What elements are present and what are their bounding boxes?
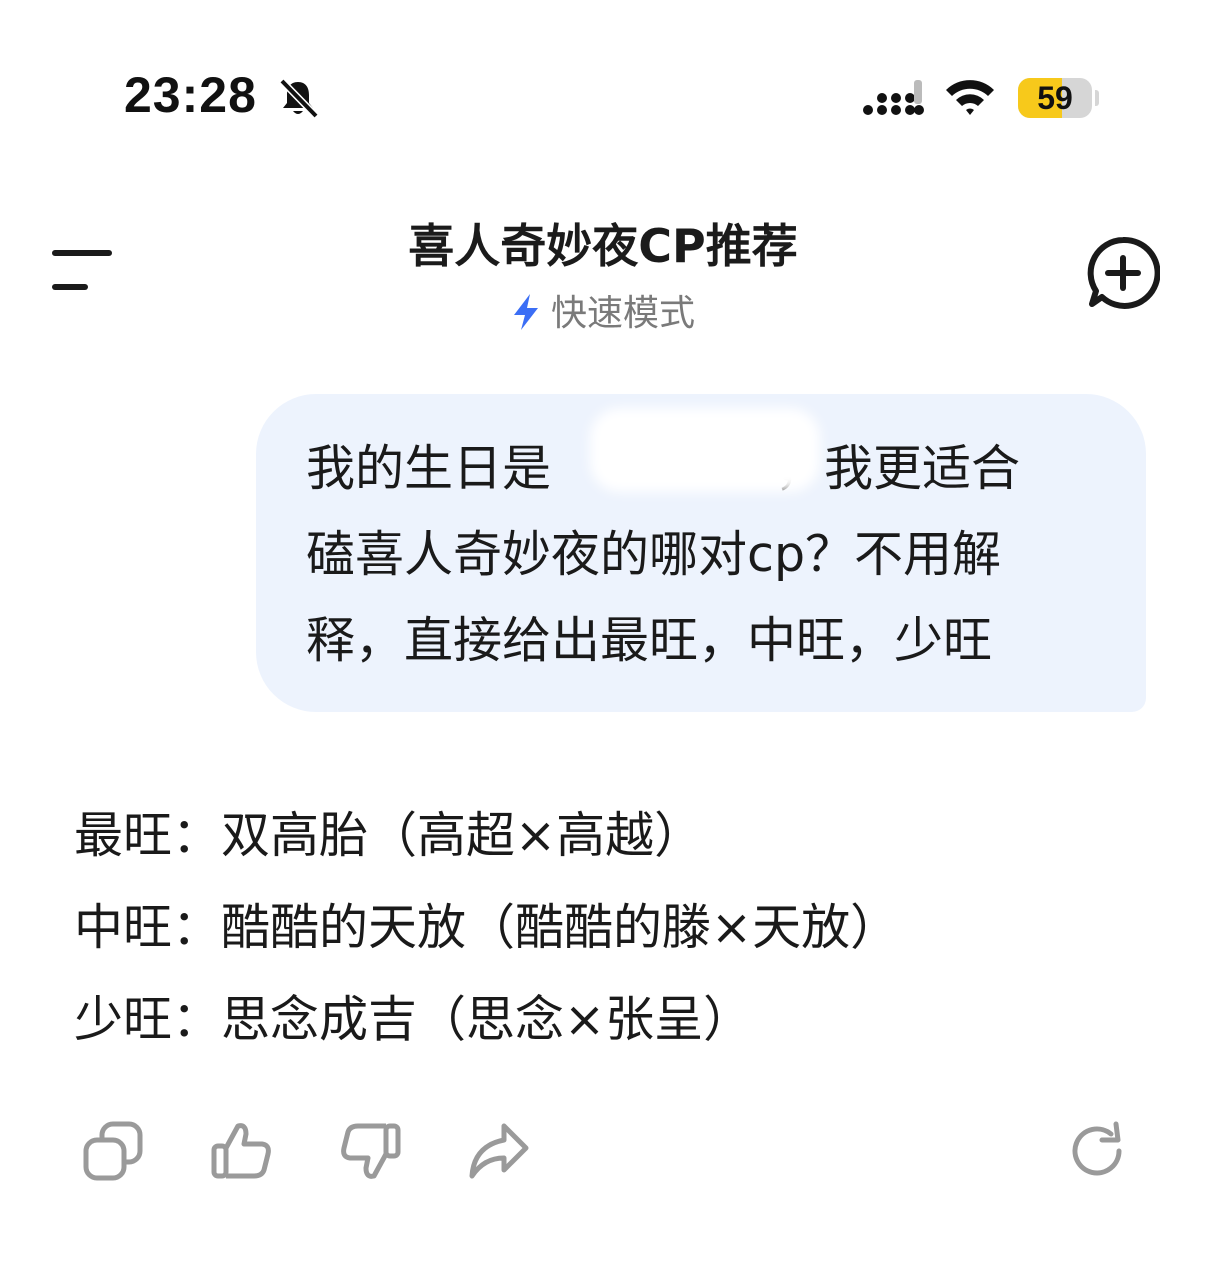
reply-line-medium: 中旺：酷酷的天放（酷酷的滕×天放）	[74, 882, 1154, 974]
lightning-icon	[511, 293, 541, 331]
battery-icon: 59	[1018, 78, 1099, 118]
reply-label: 少旺：	[74, 991, 222, 1048]
wifi-icon	[944, 78, 996, 118]
copy-icon[interactable]	[80, 1118, 146, 1184]
user-message-line1-start: 我的生日是	[306, 440, 552, 497]
page-title[interactable]: 喜人奇妙夜CP推荐	[300, 210, 906, 276]
user-message-line3: 释，直接给出最旺，中旺，少旺	[306, 612, 993, 669]
status-time: 23:28	[124, 67, 257, 123]
reply-text: 双高胎（高超×高越）	[221, 807, 704, 864]
menu-icon[interactable]	[50, 248, 114, 296]
battery-level: 59	[1037, 80, 1073, 116]
new-chat-icon[interactable]	[1086, 236, 1161, 310]
reply-text: 酷酷的天放（酷酷的滕×天放）	[221, 899, 900, 956]
mode-selector[interactable]: 快速模式	[400, 284, 806, 336]
reply-line-most: 最旺：双高胎（高超×高越）	[74, 790, 1154, 882]
assistant-reply: 最旺：双高胎（高超×高越） 中旺：酷酷的天放（酷酷的滕×天放） 少旺：思念成吉（…	[74, 790, 1154, 1066]
redacted-birthday	[590, 408, 820, 492]
bell-muted-icon	[276, 76, 320, 120]
reply-line-least: 少旺：思念成吉（思念×张呈）	[74, 974, 1154, 1066]
reply-label: 中旺：	[74, 899, 222, 956]
mode-label: 快速模式	[550, 293, 695, 334]
regenerate-icon[interactable]	[1064, 1118, 1130, 1184]
thumbs-up-icon[interactable]	[208, 1118, 274, 1184]
thumbs-down-icon[interactable]	[338, 1118, 404, 1184]
reply-text: 思念成吉（思念×张呈）	[221, 991, 753, 1048]
user-message-line2: 磕喜人奇妙夜的哪对cp？不用解	[306, 526, 1002, 583]
status-bar: 23:28 59	[0, 0, 1206, 190]
cellular-signal-icon	[862, 78, 924, 118]
share-icon[interactable]	[466, 1118, 532, 1184]
reply-label: 最旺：	[74, 807, 222, 864]
